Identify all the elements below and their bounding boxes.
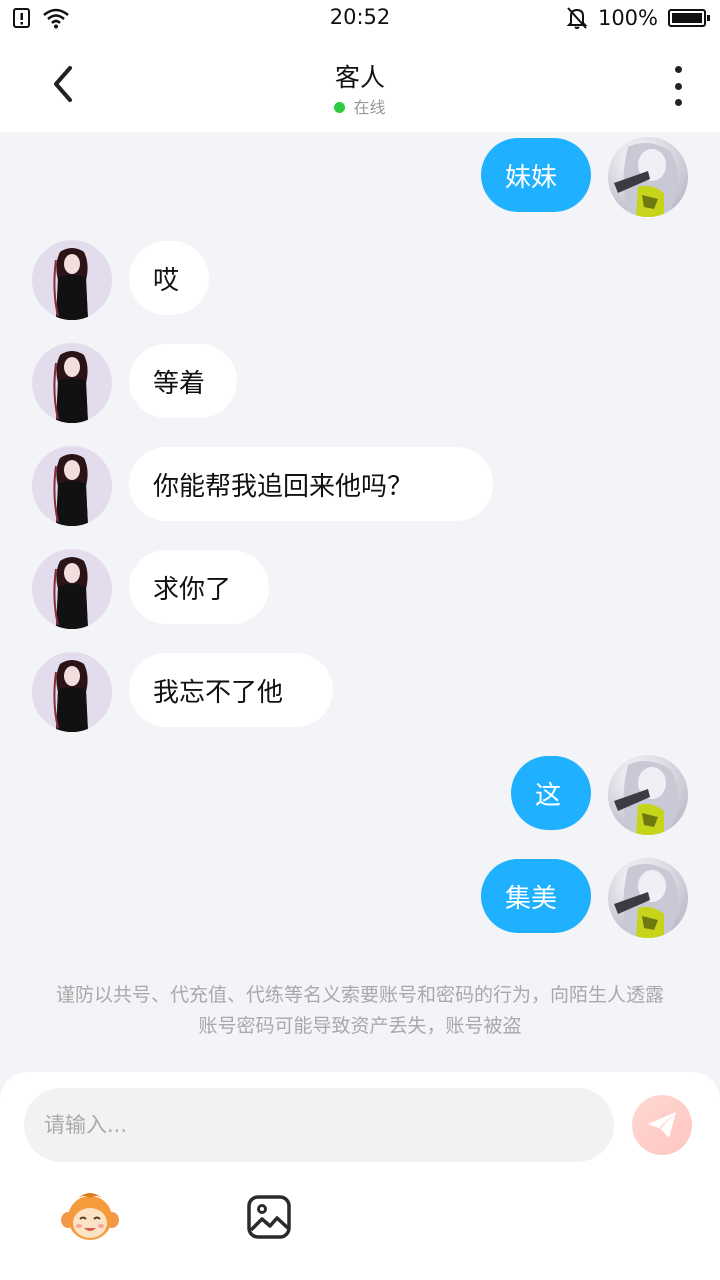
emoji-button[interactable] bbox=[60, 1190, 120, 1244]
bell-muted-icon bbox=[566, 7, 588, 29]
avatar-self-image bbox=[614, 760, 678, 835]
security-notice: 谨防以共号、代充值、代练等名义索要账号和密码的行为，向陌生人透露账号密码可能导致… bbox=[55, 984, 664, 1037]
message-bubble-other[interactable]: 你能帮我追回来他吗？ bbox=[129, 447, 493, 521]
avatar-other-image bbox=[53, 454, 88, 526]
status-bar: 20:52 100% bbox=[0, 0, 720, 36]
image-picker-button[interactable] bbox=[246, 1194, 294, 1240]
chat-header: 客人 在线 bbox=[0, 36, 720, 132]
avatar-other[interactable] bbox=[32, 240, 112, 320]
message-bubble-self[interactable]: 这 bbox=[511, 756, 591, 830]
online-status-label: 在线 bbox=[353, 98, 386, 117]
input-panel bbox=[0, 1072, 720, 1280]
battery-percent: 100% bbox=[597, 6, 658, 30]
send-button[interactable] bbox=[632, 1095, 692, 1155]
message-input[interactable] bbox=[24, 1088, 614, 1162]
send-plane-icon bbox=[648, 1112, 676, 1138]
avatar-other[interactable] bbox=[32, 446, 112, 526]
avatar-self-image bbox=[614, 142, 678, 217]
message-bubble-self[interactable]: 妹妹 bbox=[481, 138, 591, 212]
avatar-self[interactable] bbox=[608, 858, 688, 938]
avatar-other-image bbox=[53, 660, 88, 732]
battery-icon bbox=[668, 9, 710, 27]
avatar-other-image bbox=[53, 557, 88, 629]
message-bubble-self[interactable]: 集美 bbox=[481, 859, 591, 933]
avatar-other-image bbox=[53, 351, 88, 423]
avatar-other[interactable] bbox=[32, 549, 112, 629]
online-status: 在线 bbox=[0, 94, 720, 118]
emoji-monkey-icon bbox=[61, 1193, 119, 1240]
avatar-self[interactable] bbox=[608, 137, 688, 217]
more-vertical-icon bbox=[674, 66, 682, 73]
avatar-self[interactable] bbox=[608, 755, 688, 835]
avatar-self-image bbox=[614, 863, 678, 938]
message-bubble-other[interactable]: 求你了 bbox=[129, 550, 269, 624]
chat-title: 客人 bbox=[334, 63, 385, 92]
more-options-button[interactable] bbox=[666, 66, 690, 106]
status-right-icons: 100% bbox=[566, 6, 710, 30]
image-picker-icon bbox=[247, 1195, 291, 1239]
avatar-other[interactable] bbox=[32, 652, 112, 732]
message-bubble-other[interactable]: 等着 bbox=[129, 344, 237, 418]
avatar-other-image bbox=[53, 248, 88, 320]
avatar-other[interactable] bbox=[32, 343, 112, 423]
message-bubble-other[interactable]: 哎 bbox=[129, 241, 209, 315]
online-dot-icon bbox=[334, 102, 346, 113]
message-bubble-other[interactable]: 我忘不了他 bbox=[129, 653, 333, 727]
